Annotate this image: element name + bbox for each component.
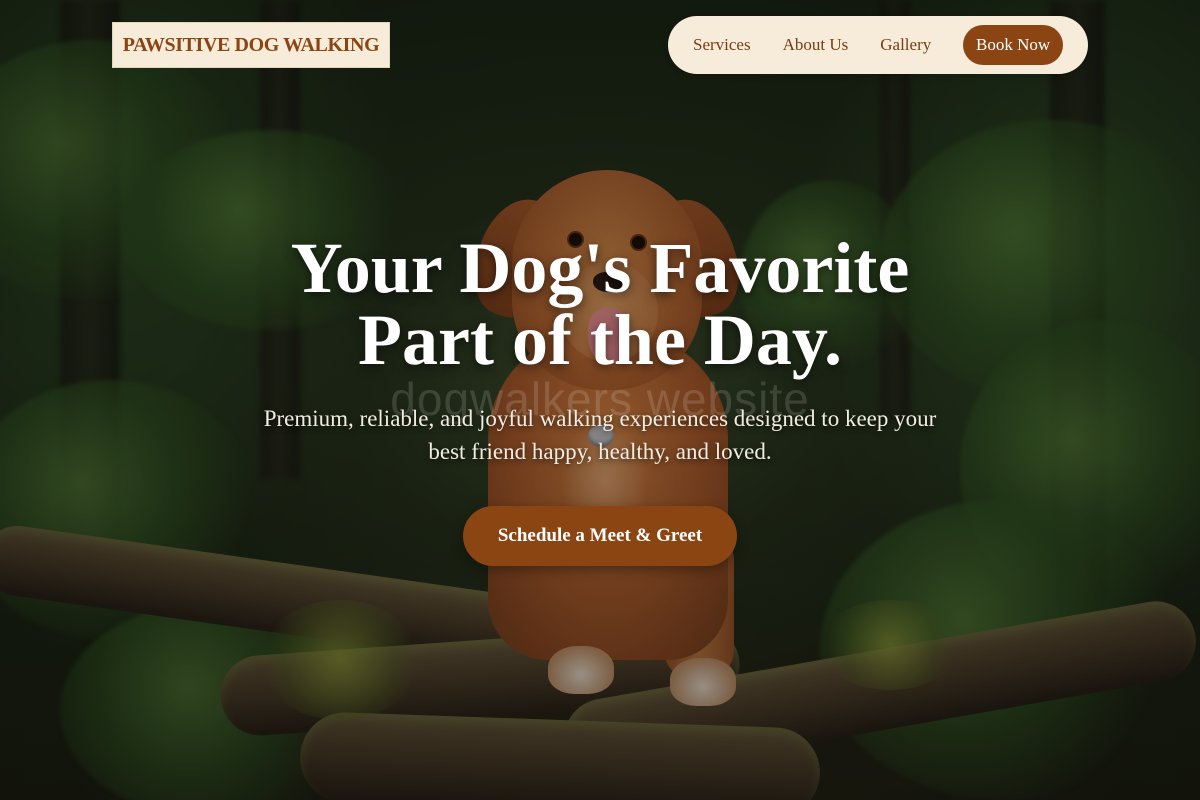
nav-link-services[interactable]: Services <box>693 35 751 55</box>
schedule-meet-greet-button[interactable]: Schedule a Meet & Greet <box>463 506 737 566</box>
hero-title-line-2: Part of the Day. <box>358 300 842 380</box>
site-logo[interactable]: PAWSITIVE DOG WALKING <box>112 22 390 68</box>
nav-link-about-us[interactable]: About Us <box>783 35 849 55</box>
hero-subtitle: Premium, reliable, and joyful walking ex… <box>263 406 937 464</box>
nav-link-gallery[interactable]: Gallery <box>880 35 931 55</box>
main-nav: Services About Us Gallery Book Now <box>668 16 1088 74</box>
hero-title-line-1: Your Dog's Favorite <box>290 228 910 308</box>
hero-title: Your Dog's Favorite Part of the Day. <box>150 232 1050 376</box>
book-now-button[interactable]: Book Now <box>963 25 1063 65</box>
logo-text: PAWSITIVE DOG WALKING <box>122 33 380 56</box>
